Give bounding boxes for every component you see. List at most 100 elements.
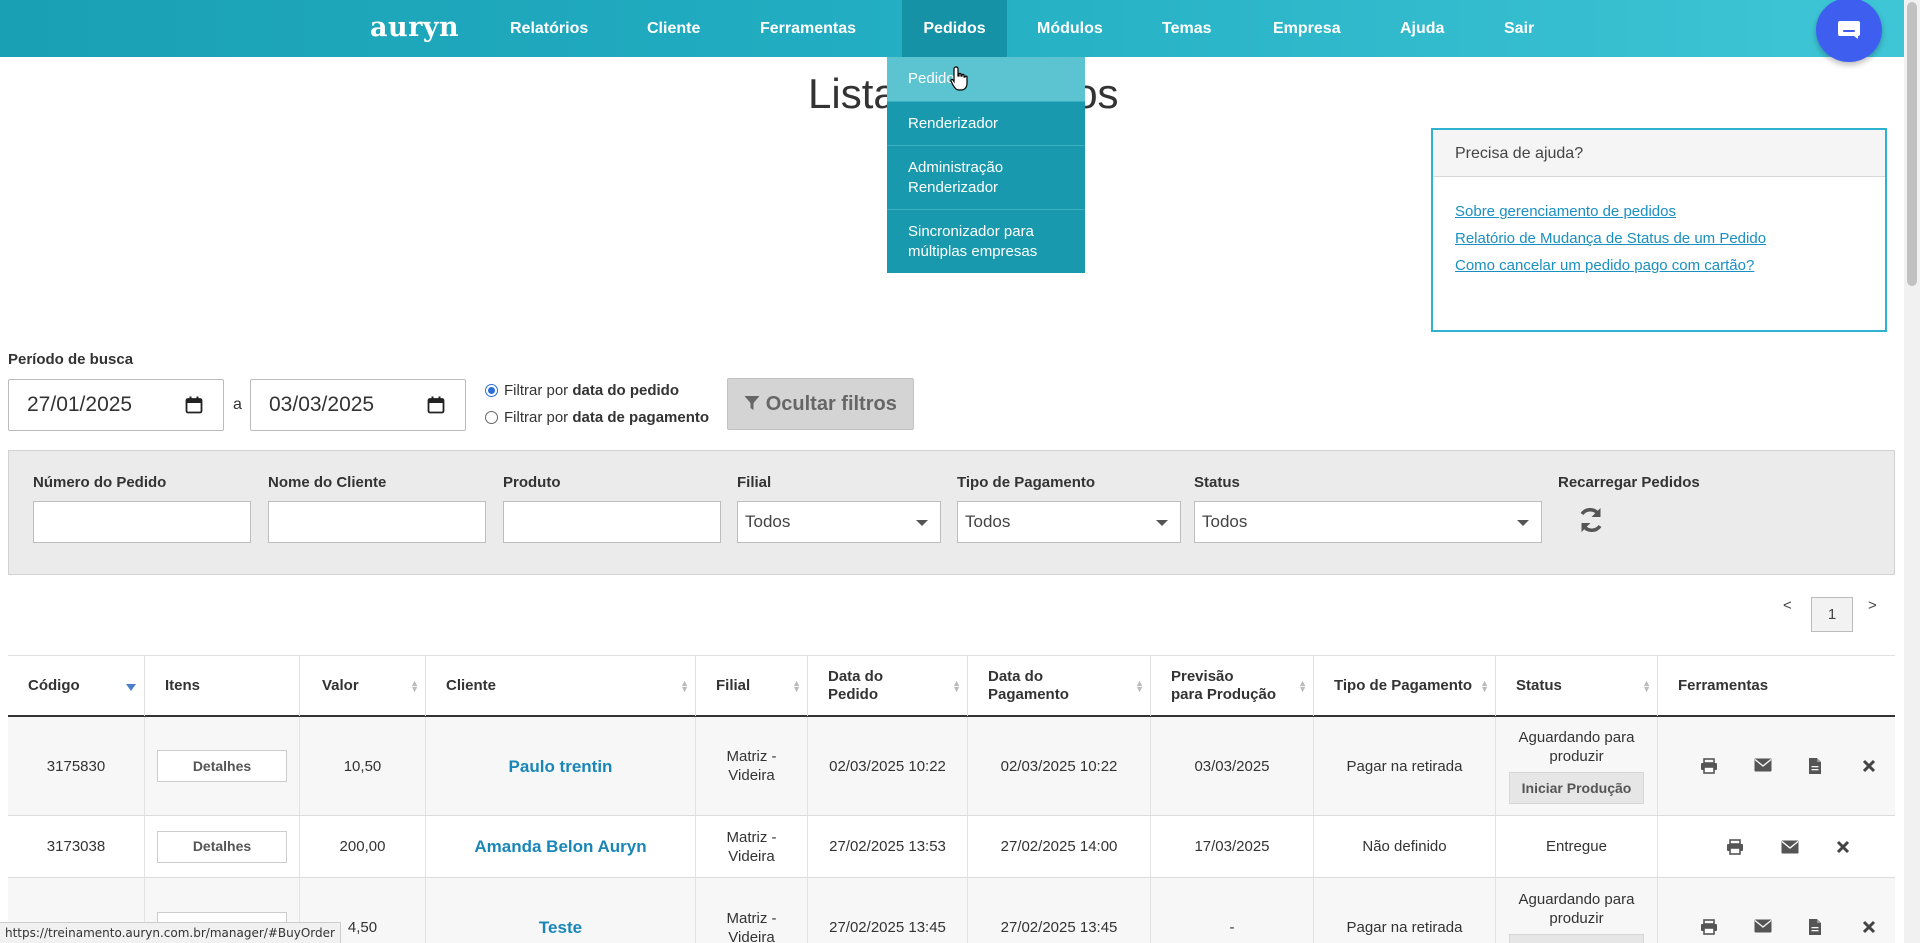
radio-checked-icon[interactable] — [485, 384, 498, 397]
payment-type-label: Tipo de Pagamento — [957, 474, 1096, 491]
nav-modulos[interactable]: Módulos — [1023, 0, 1117, 57]
nav-sair[interactable]: Sair — [1490, 0, 1548, 57]
chat-button[interactable] — [1816, 0, 1882, 62]
filter-by-order-date-radio[interactable]: Filtrar por data do pedido — [485, 382, 679, 399]
client-name-label: Nome do Cliente — [268, 474, 387, 491]
sort-icon: ▲ ▼ — [1135, 678, 1144, 694]
branch-line-2: Videira — [728, 847, 775, 865]
col-header-payment-date[interactable]: Data do Pagamento ▲ ▼ — [968, 656, 1151, 716]
brand-logo[interactable]: auryn — [370, 12, 459, 43]
cell-forecast: 03/03/2025 — [1151, 717, 1314, 815]
dropdown-item-renderizador[interactable]: Renderizador — [887, 102, 1085, 146]
status-select[interactable]: Todos — [1194, 501, 1542, 543]
cell-forecast: - — [1151, 878, 1314, 943]
nav-empresa[interactable]: Empresa — [1259, 0, 1355, 57]
col-branch-label: Filial — [716, 677, 751, 694]
cell-client: Paulo trentin — [426, 717, 696, 815]
nav-cliente[interactable]: Cliente — [633, 0, 714, 57]
payment-type-select[interactable]: Todos — [957, 501, 1181, 543]
col-payment-date-label: Data do Pagamento — [988, 668, 1069, 703]
end-date-value: 03/03/2025 — [269, 393, 375, 416]
col-client-label: Cliente — [446, 677, 497, 694]
document-icon[interactable] — [1808, 918, 1822, 936]
col-header-order-date[interactable]: Data do Pedido ▲ ▼ — [808, 656, 968, 716]
radio-unchecked-icon[interactable] — [485, 411, 498, 424]
nav-temas[interactable]: Temas — [1148, 0, 1226, 57]
print-icon[interactable] — [1726, 839, 1744, 855]
start-date-input[interactable]: 27/01/2025 — [8, 379, 224, 431]
cell-items: Detalhes — [145, 816, 300, 877]
pagination-page-1[interactable]: 1 — [1811, 597, 1853, 632]
end-date-input[interactable]: 03/03/2025 — [250, 379, 466, 431]
help-link-cancelar[interactable]: Como cancelar um pedido pago com cartão? — [1455, 257, 1863, 274]
cell-order-date: 27/02/2025 13:45 — [808, 878, 968, 943]
start-production-button[interactable]: Iniciar Produção — [1509, 933, 1644, 943]
close-icon[interactable] — [1862, 920, 1876, 934]
nav-ferramentas[interactable]: Ferramentas — [746, 0, 870, 57]
envelope-icon[interactable] — [1781, 840, 1799, 854]
cell-branch: Matriz - Videira — [696, 878, 808, 943]
details-button[interactable]: Detalhes — [157, 830, 287, 863]
table-header: Código Itens Valor ▲ ▼ Cliente ▲ ▼ Filial ▲ ▼ … — [8, 655, 1895, 717]
hand-cursor-icon — [950, 66, 968, 91]
client-name-input[interactable] — [268, 501, 486, 543]
scrollbar-thumb[interactable] — [1907, 2, 1917, 286]
radio2-prefix: Filtrar por — [504, 409, 573, 426]
col-header-forecast[interactable]: Previsão para Produção ▲ ▼ — [1151, 656, 1314, 716]
cell-forecast: 17/03/2025 — [1151, 816, 1314, 877]
print-icon[interactable] — [1700, 758, 1718, 774]
client-link[interactable]: Amanda Belon Auryn — [474, 837, 646, 856]
dropdown-item-pedidos[interactable]: Pedidos — [887, 57, 1085, 102]
product-input[interactable] — [503, 501, 721, 543]
print-icon[interactable] — [1700, 919, 1718, 935]
client-link[interactable]: Paulo trentin — [509, 757, 613, 776]
nav-pedidos[interactable]: Pedidos — [902, 0, 1007, 57]
pagination-prev[interactable]: < — [1783, 597, 1792, 614]
start-production-button[interactable]: Iniciar Produção — [1509, 772, 1644, 804]
order-number-label: Número do Pedido — [33, 474, 167, 491]
help-heading: Precisa de ajuda? — [1433, 130, 1885, 177]
calendar-icon[interactable] — [185, 396, 203, 414]
help-link-relatorio-status[interactable]: Relatório de Mudança de Status de um Ped… — [1455, 230, 1863, 247]
col-header-client[interactable]: Cliente ▲ ▼ — [426, 656, 696, 716]
branch-select[interactable]: Todos — [737, 501, 941, 543]
col-forecast-label: Previsão para Produção — [1171, 668, 1277, 703]
branch-line-1: Matriz - — [726, 828, 777, 846]
col-header-payment-type[interactable]: Tipo de Pagamento ▲ ▼ — [1314, 656, 1496, 716]
top-navbar: auryn Relatórios Cliente Ferramentas Ped… — [0, 0, 1904, 57]
close-icon[interactable] — [1836, 840, 1850, 854]
col-header-code[interactable]: Código — [8, 656, 145, 716]
hide-filters-button[interactable]: Ocultar filtros — [727, 378, 914, 430]
chat-icon — [1838, 21, 1860, 39]
help-link-gerenciamento[interactable]: Sobre gerenciamento de pedidos — [1455, 203, 1863, 220]
chevron-down-icon — [1156, 520, 1168, 526]
pagination-next[interactable]: > — [1868, 597, 1877, 614]
nav-ajuda[interactable]: Ajuda — [1386, 0, 1458, 57]
details-button[interactable]: Detalhes — [157, 750, 287, 782]
hide-filters-label: Ocultar filtros — [765, 393, 897, 415]
cell-payment-type: Pagar na retirada — [1314, 717, 1496, 815]
status-label: Status — [1194, 474, 1240, 491]
refresh-icon[interactable] — [1577, 506, 1605, 534]
col-header-branch[interactable]: Filial ▲ ▼ — [696, 656, 808, 716]
sort-icon: ▲ ▼ — [952, 678, 961, 694]
filter-by-payment-date-radio[interactable]: Filtrar por data de pagamento — [485, 409, 709, 426]
document-icon[interactable] — [1808, 757, 1822, 775]
calendar-icon[interactable] — [427, 396, 445, 414]
col-value-label: Valor — [322, 677, 359, 694]
col-header-status[interactable]: Status ▲ ▼ — [1496, 656, 1658, 716]
nav-relatorios[interactable]: Relatórios — [496, 0, 602, 57]
cell-client: Amanda Belon Auryn — [426, 816, 696, 877]
cell-tools — [1658, 878, 1895, 943]
envelope-icon[interactable] — [1754, 919, 1772, 933]
dropdown-item-admin-renderizador[interactable]: Administração Renderizador — [887, 146, 1085, 210]
order-number-input[interactable] — [33, 501, 251, 543]
col-header-value[interactable]: Valor ▲ ▼ — [300, 656, 426, 716]
cell-items: Detalhes — [145, 717, 300, 815]
close-icon[interactable] — [1862, 759, 1876, 773]
cell-payment-type: Não definido — [1314, 816, 1496, 877]
client-link[interactable]: Teste — [539, 918, 582, 937]
dropdown-item-sincronizador[interactable]: Sincronizador para múltiplas empresas — [887, 210, 1085, 273]
status-line-2: produzir — [1549, 748, 1604, 765]
envelope-icon[interactable] — [1754, 758, 1772, 772]
